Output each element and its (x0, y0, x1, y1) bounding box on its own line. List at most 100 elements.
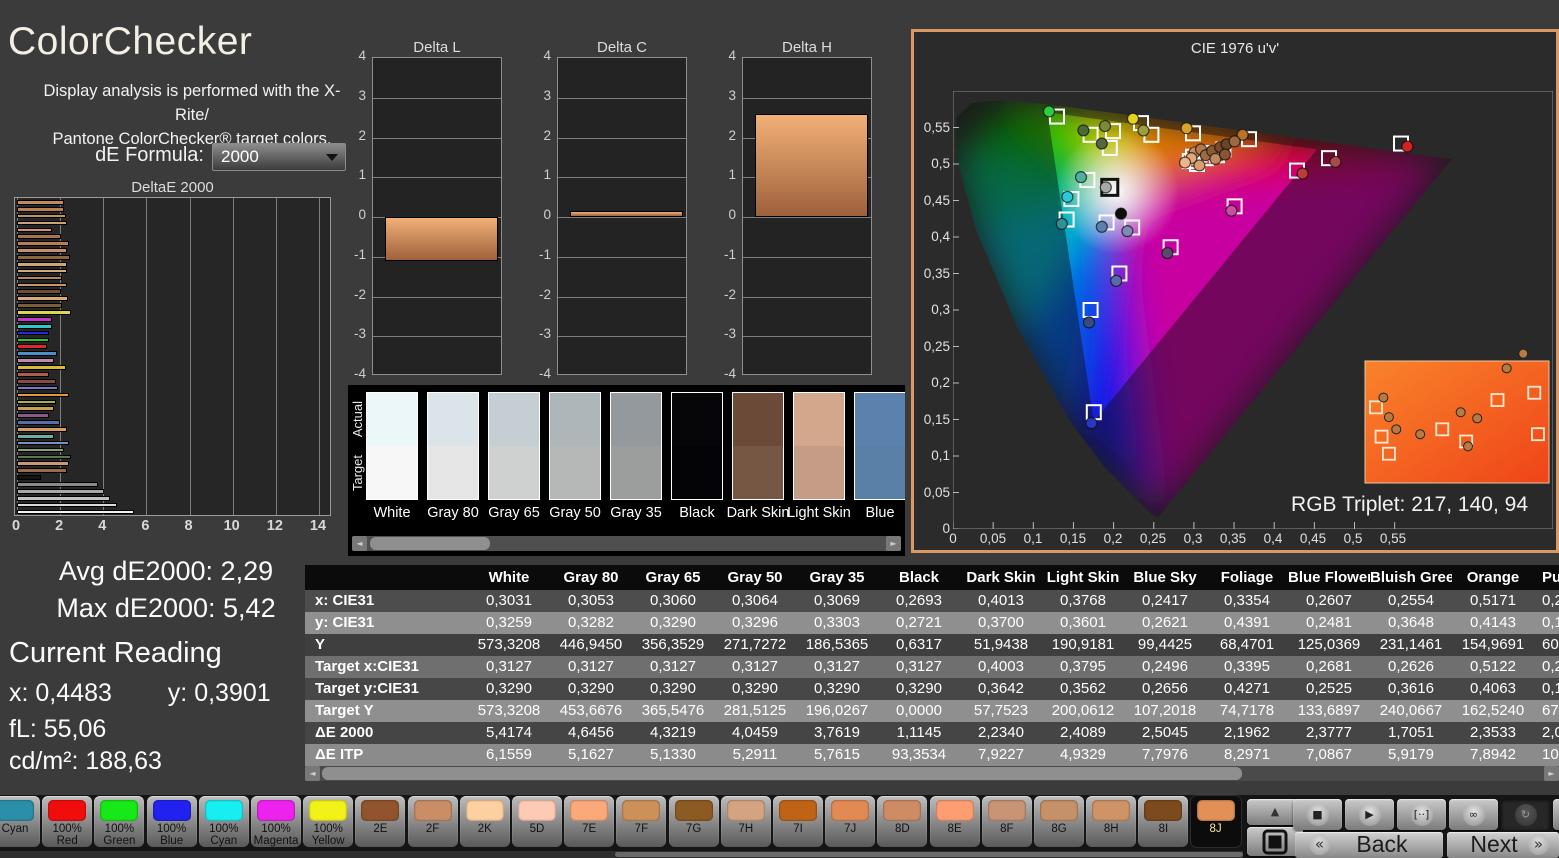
measured-point (1042, 105, 1056, 118)
scroll-right-arrow[interactable]: ► (886, 536, 901, 551)
y-tick-label: 2 (728, 127, 736, 143)
table-cell: 0,3296 (732, 614, 778, 631)
patch-2k[interactable]: 2K (459, 796, 510, 847)
patch-7f[interactable]: 7F (616, 796, 667, 847)
current-xy-readout: x: 0,4483 y: 0,3901 (9, 679, 271, 707)
swatch-light-skin (793, 392, 845, 500)
swatch-actual (550, 393, 600, 446)
back-button[interactable]: « Back (1295, 832, 1443, 858)
table-header-row: White Gray 80 Gray 65 Gray 50 Gray 35 Black Da… (305, 565, 1559, 590)
swatch-target (672, 446, 722, 499)
gridline (103, 198, 105, 515)
patch-cyan[interactable]: Cyan (0, 796, 40, 847)
patch-2f[interactable]: 2F (407, 796, 458, 847)
patch-8h[interactable]: 8H (1086, 796, 1137, 847)
patch-scroll-thumb[interactable] (615, 852, 1243, 857)
y-tick-label: -2 (353, 286, 366, 302)
gridline (189, 198, 191, 515)
table-horizontal-scrollbar[interactable]: ◄ ► (305, 766, 1559, 781)
patch-scrollbar[interactable] (0, 851, 1243, 858)
patch-label: 100% Magenta (253, 823, 299, 848)
table-cell: 5,7615 (814, 746, 860, 763)
measurement-table: White Gray 80 Gray 65 Gray 50 Gray 35 Black Da… (305, 565, 1559, 766)
description-line1: Display analysis is performed with the X… (43, 82, 341, 124)
swatch-target (550, 446, 600, 499)
table-cell: 365,5476 (641, 702, 705, 719)
table-cell: 186,5365 (805, 636, 869, 653)
delta-chart-title: Delta H (781, 39, 833, 56)
actual-row-label: Actual (350, 401, 365, 438)
swatch-scrollbar[interactable]: ◄ ► (352, 536, 901, 551)
table-cell: 0,4143 (1470, 614, 1516, 631)
scroll-thumb[interactable] (370, 537, 490, 550)
table-cell: 5,2911 (732, 746, 778, 763)
table-cell: 0,4063 (1470, 680, 1516, 697)
patch-label: 7F (634, 823, 649, 835)
measured-point (1193, 159, 1206, 172)
table-cell: 5,1330 (650, 746, 696, 763)
patch-8j[interactable]: 8J (1190, 796, 1241, 847)
patch-8g[interactable]: 8G (1034, 796, 1084, 847)
row-header: Y (315, 636, 326, 653)
infinite-button[interactable]: ∞ (1449, 799, 1498, 830)
table-cell: 0,3069 (814, 592, 860, 609)
patch-8d[interactable]: 8D (877, 796, 928, 847)
table-cell: 0,5171 (1470, 592, 1516, 609)
table-scroll-thumb[interactable] (322, 767, 1242, 780)
patch-100yellow[interactable]: 100% Yellow (303, 796, 354, 847)
patch-100blue[interactable]: 100% Blue (146, 796, 197, 847)
patch-5d[interactable]: 5D (512, 796, 562, 847)
patch-100red[interactable]: 100% Red (42, 796, 93, 848)
deltae-bar (17, 316, 52, 322)
table-cell: 573,3208 (477, 636, 541, 653)
scroll-left-arrow[interactable]: ◄ (352, 536, 367, 551)
next-button[interactable]: Next » (1447, 832, 1559, 858)
measured-point (1095, 137, 1108, 150)
patch-100green[interactable]: 100% Green (94, 796, 145, 847)
patch-8e[interactable]: 8E (929, 796, 980, 847)
patch-7e[interactable]: 7E (564, 796, 615, 847)
patch-8i[interactable]: 8I (1138, 796, 1189, 847)
swatch-white (366, 392, 418, 500)
y-tick-label: -2 (723, 286, 736, 302)
patch-label: 100% Red (52, 823, 82, 848)
y-tick-label: 3 (358, 87, 366, 103)
cie-y-tick-label: 0,35 (923, 265, 950, 281)
delta-bar (570, 211, 683, 217)
blank-button[interactable] (1553, 799, 1559, 830)
swatch-blue (854, 392, 905, 500)
table-cell: 57,7523 (973, 702, 1029, 719)
table-cell: 93,3534 (891, 746, 947, 763)
table-row: ΔE ITP 6,1559 5,1627 5,1330 5,2911 5,7615 93,3… (305, 744, 1559, 766)
table-scroll-right-arrow[interactable]: ► (1544, 766, 1559, 781)
x-tick-label: 0 (11, 518, 21, 534)
table-cell: 154,9691 (1461, 636, 1525, 653)
patch-7g[interactable]: 7G (668, 796, 719, 847)
y-tick-label: 3 (543, 87, 551, 103)
deltae-bar (17, 488, 105, 494)
cdm2-readout: cd/m²: 188,63 (9, 747, 162, 775)
stop-button[interactable]: ■ (1293, 799, 1342, 830)
swatch-label: Gray 65 (488, 505, 540, 521)
patch-7j[interactable]: 7J (825, 796, 876, 847)
table-scroll-left-arrow[interactable]: ◄ (305, 766, 320, 781)
table-cell: 196,0267 (805, 702, 869, 719)
patch-label: 7H (738, 823, 754, 835)
table-cell: 4,0459 (732, 724, 778, 741)
play-button[interactable]: ▶ (1345, 799, 1394, 830)
column-header-foliage: Foliage (1220, 569, 1274, 586)
patch-7i[interactable]: 7I (773, 796, 823, 847)
table-cell: 0,2656 (1142, 680, 1188, 697)
patch-100cyan[interactable]: 100% Cyan (198, 796, 249, 847)
patch-100magenta[interactable]: 100% Magenta (251, 796, 301, 847)
delta-chart-title: Delta C (596, 39, 648, 56)
patch-8f[interactable]: 8F (981, 796, 1032, 847)
step-button[interactable]: [··] (1397, 799, 1446, 830)
column-header-blue-flower: Blue Flower (1288, 569, 1370, 586)
patch-2e[interactable]: 2E (355, 796, 406, 847)
deltae-bar (17, 310, 71, 315)
repeat-button[interactable]: ↻ (1501, 799, 1550, 830)
patch-color-chip (204, 800, 243, 821)
de-formula-dropdown[interactable]: 2000 (212, 143, 346, 171)
patch-7h[interactable]: 7H (720, 796, 771, 847)
